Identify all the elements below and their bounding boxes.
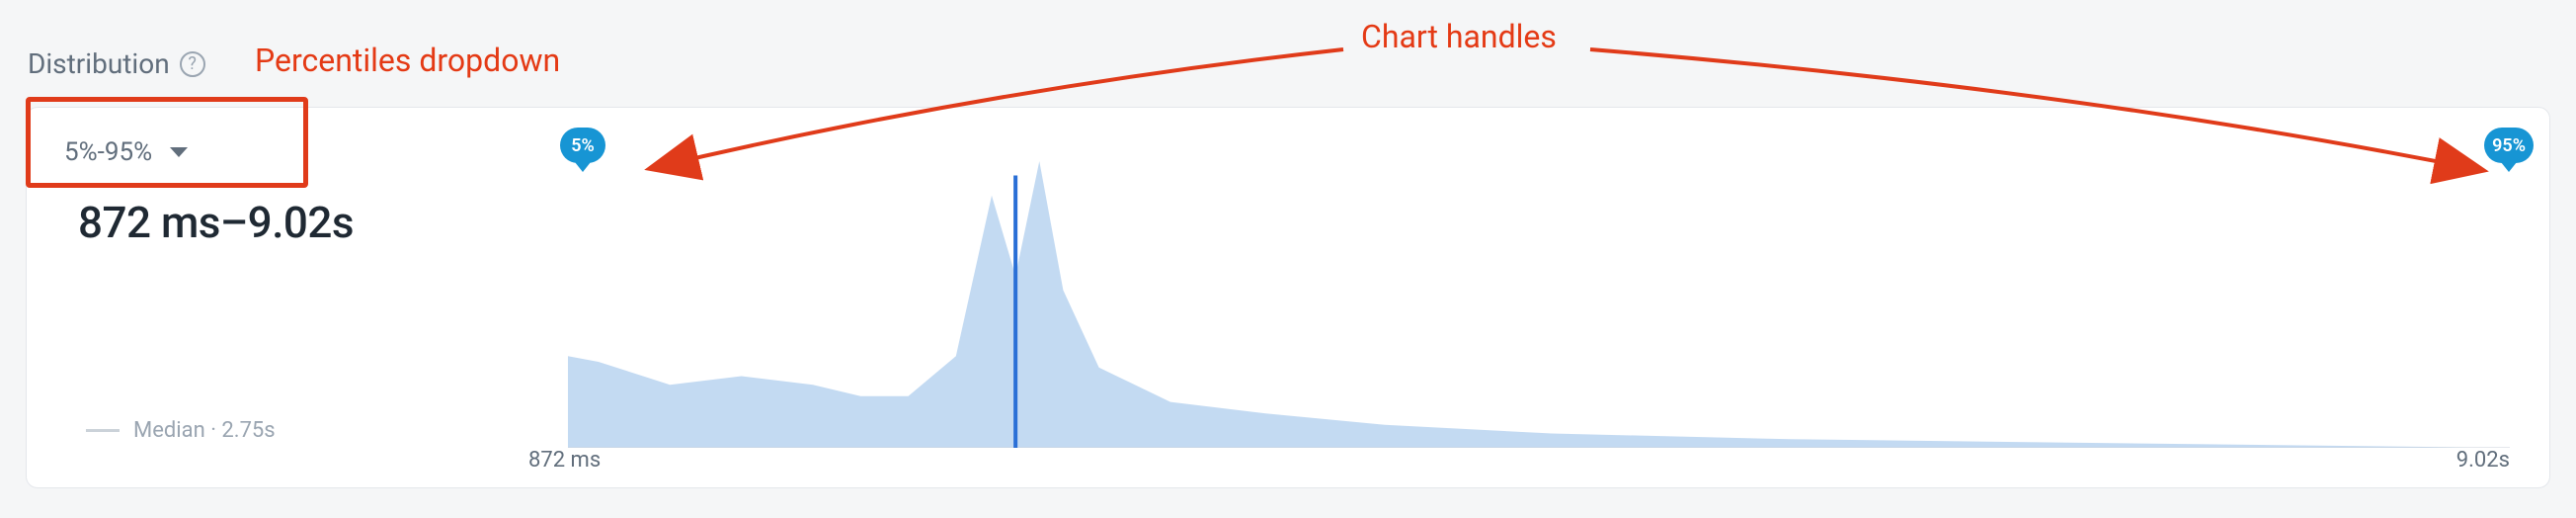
distribution-area (568, 151, 2510, 448)
range-value: 872 ms–9.02s (78, 197, 354, 248)
chart-handle-left[interactable]: 5% (560, 128, 605, 172)
x-axis-max: 9.02s (2456, 448, 2510, 473)
handle-pointer-icon (575, 162, 591, 172)
annotation-dropdown-label: Percentiles dropdown (255, 42, 560, 79)
annotation-handles-label: Chart handles (1361, 18, 1557, 55)
section-title: Distribution (28, 47, 170, 80)
percentiles-dropdown[interactable]: 5%-95% (64, 137, 188, 167)
section-title-row: Distribution ? (28, 47, 205, 80)
chevron-down-icon (170, 147, 188, 157)
chart-handle-right[interactable]: 95% (2484, 128, 2534, 172)
percentiles-dropdown-value: 5%-95% (64, 137, 152, 167)
median-label: Median · 2.75s (133, 418, 276, 443)
help-icon[interactable]: ? (180, 51, 205, 77)
chart-handle-left-label: 5% (560, 128, 605, 163)
chart-handle-right-label: 95% (2484, 128, 2534, 163)
legend-swatch (86, 429, 120, 432)
x-axis: 872 ms 9.02s (528, 448, 2510, 483)
distribution-chart: 872 ms 9.02s (568, 151, 2510, 468)
median-legend: Median · 2.75s (86, 418, 276, 443)
x-axis-min: 872 ms (528, 448, 601, 473)
handle-pointer-icon (2501, 162, 2517, 172)
distribution-card: 5%-95% 872 ms–9.02s Median · 2.75s 872 m… (26, 107, 2550, 488)
